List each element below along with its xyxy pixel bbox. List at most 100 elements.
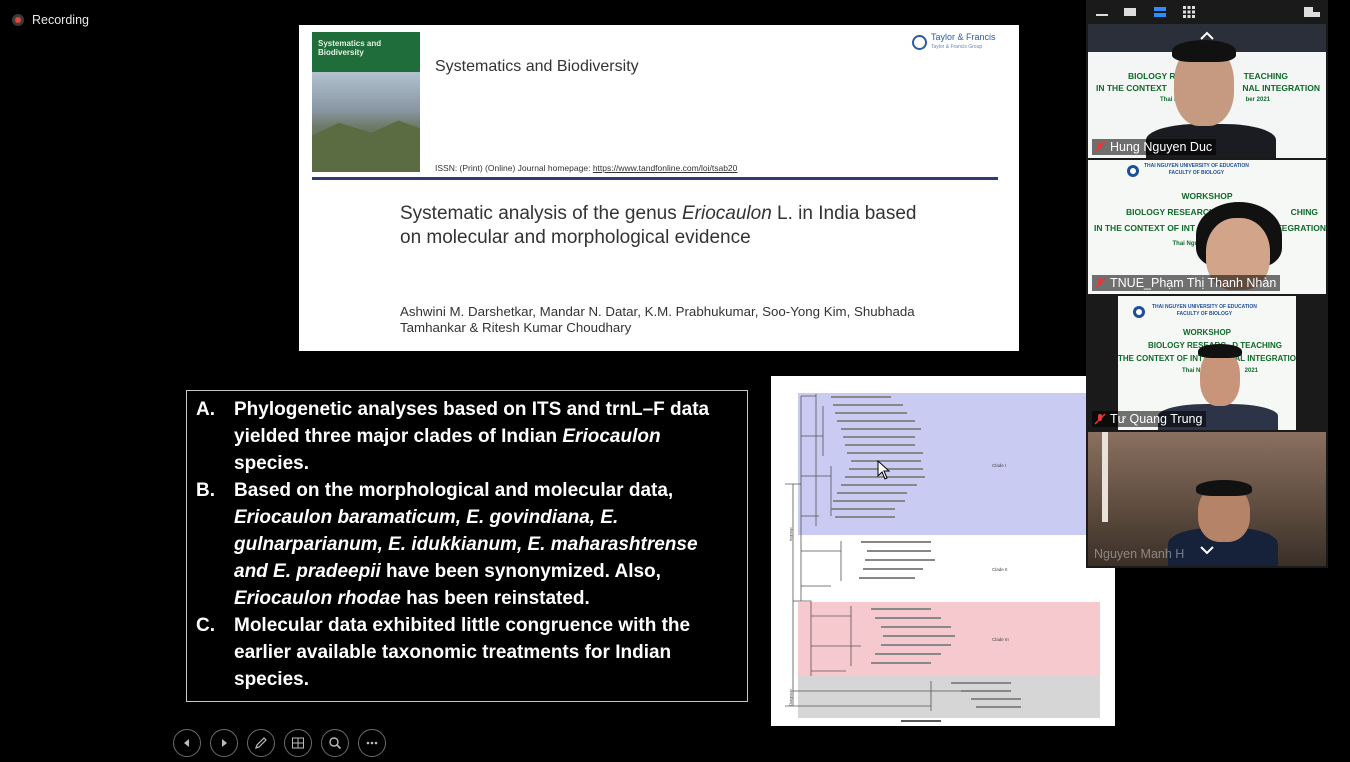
clade-1-band xyxy=(798,393,1100,535)
pen-icon xyxy=(255,737,267,749)
banner-text: 2021 xyxy=(1244,368,1258,374)
zoom-icon xyxy=(329,737,342,750)
next-slide-button[interactable] xyxy=(210,729,238,757)
participant-tile[interactable]: THAI NGUYEN UNIVERSITY OF EDUCATION FACU… xyxy=(1088,160,1326,294)
banner-text: TEACHING xyxy=(1243,71,1288,81)
article-title-genus: Eriocaulon xyxy=(681,203,772,224)
university-header: THAI NGUYEN UNIVERSITY OF EDUCATION FACU… xyxy=(1144,163,1249,177)
banner-text: WORKSHOP xyxy=(1181,191,1233,201)
scroll-down-icon[interactable] xyxy=(1198,544,1216,556)
banner-text: IN THE CONTEXT OF INT xyxy=(1094,223,1196,233)
journal-title: Systematics and Biodiversity xyxy=(435,58,639,75)
ingroup-label: Ingroup xyxy=(788,527,793,541)
issn-text: ISSN: (Print) (Online) Journal homepage: xyxy=(435,163,591,173)
muted-mic-icon xyxy=(1094,141,1106,153)
participant-name-label: TNUE_Phạm Thị Thanh Nhàn xyxy=(1092,275,1281,291)
previous-icon xyxy=(184,739,189,747)
recording-label: Recording xyxy=(32,13,89,27)
strip-view-icon[interactable] xyxy=(1152,4,1168,20)
finding-text: Phylogenetic analyses based on ITS and t… xyxy=(234,396,733,477)
participant-video-hair xyxy=(1172,40,1236,62)
issn-line: ISSN: (Print) (Online) Journal homepage:… xyxy=(435,163,737,173)
more-options-button[interactable] xyxy=(358,729,386,757)
cover-title: Systematics and Biodiversity xyxy=(318,39,382,57)
slide-navigation-bar xyxy=(173,729,386,757)
participant-video-hair xyxy=(1196,480,1252,496)
participant-tile[interactable]: Nguyen Manh H xyxy=(1088,432,1326,566)
publisher-subline: Taylor & Francis Group xyxy=(931,44,983,50)
header-divider xyxy=(312,177,998,180)
article-title: Systematic analysis of the genus Eriocau… xyxy=(400,202,940,250)
paper-header-card: Systematics and Biodiversity Systematics… xyxy=(299,25,1019,351)
finding-b-middle: have been synonymized. Also, xyxy=(380,561,661,582)
single-view-icon[interactable] xyxy=(1122,4,1138,20)
more-icon xyxy=(366,741,378,745)
participant-video-hair xyxy=(1198,344,1242,358)
banner-text: IN THE CONTEXT xyxy=(1096,83,1167,93)
faculty-name: FACULTY OF BIOLOGY xyxy=(1176,311,1233,317)
participant-video: THAI NGUYEN UNIVERSITY OF EDUCATION FACU… xyxy=(1118,296,1296,430)
muted-mic-icon xyxy=(1094,277,1106,289)
article-authors: Ashwini M. Darshetkar, Mandar N. Datar, … xyxy=(400,304,915,335)
finding-text: Based on the morphological and molecular… xyxy=(234,477,733,612)
pen-tool-button[interactable] xyxy=(247,729,275,757)
outgroup-band xyxy=(798,676,1100,718)
clade-3-label: Clade III xyxy=(992,637,1009,642)
tree-scale-bar xyxy=(901,720,941,722)
phylogenetic-tree-figure: Clade I Clade II Clade III Ingroup Outgr… xyxy=(771,376,1115,726)
finding-letter: B. xyxy=(196,480,215,501)
clade-3-band xyxy=(798,602,1100,676)
gallery-view-icon[interactable] xyxy=(1181,4,1197,20)
publisher-logo-icon xyxy=(912,34,927,50)
banner-text: THE CONTEXT OF INT xyxy=(1118,354,1203,363)
finding-a-genus: Eriocaulon xyxy=(562,426,661,447)
outgroup-label: Outgroup xyxy=(788,689,793,706)
phylogenetic-tree: Clade I Clade II Clade III Ingroup Outgr… xyxy=(785,393,1100,722)
participant-name-label: Tư Quang Trung xyxy=(1092,411,1207,427)
next-icon xyxy=(222,739,227,747)
publisher-logo: Taylor & Francis Taylor & Francis Group xyxy=(912,32,996,52)
video-window-frame xyxy=(1102,432,1108,522)
record-icon xyxy=(12,14,24,26)
banner-text: NAL INTEGRATION xyxy=(1242,83,1320,93)
finding-letter: A. xyxy=(196,399,215,420)
university-name: THAI NGUYEN UNIVERSITY OF EDUCATION xyxy=(1144,163,1249,169)
finding-a-end: species. xyxy=(234,453,309,474)
finding-c: C. Molecular data exhibited little congr… xyxy=(187,612,733,693)
all-slides-button[interactable] xyxy=(284,729,312,757)
participant-tile[interactable]: BIOLOGY R TEACHING IN THE CONTEXT NAL INTE… xyxy=(1088,24,1326,158)
scroll-up-icon[interactable] xyxy=(1198,30,1216,42)
clade-1-label: Clade I xyxy=(992,463,1006,468)
banner-text: WORKSHOP xyxy=(1183,328,1231,337)
finding-letter: C. xyxy=(196,615,215,636)
finding-b-reinstated: Eriocaulon rhodae xyxy=(234,588,401,609)
finding-b-end: has been reinstated. xyxy=(400,588,590,609)
participant-name: Nguyen Manh H xyxy=(1094,547,1185,561)
university-logo-icon xyxy=(1127,165,1139,177)
banner-text: CHING xyxy=(1290,207,1318,217)
finding-a: A. Phylogenetic analyses based on ITS an… xyxy=(187,396,733,477)
finding-c-text: Molecular data exhibited little congruen… xyxy=(234,615,691,690)
zoom-button[interactable] xyxy=(321,729,349,757)
banner-text: ber 2021 xyxy=(1245,97,1270,103)
university-header: THAI NGUYEN UNIVERSITY OF EDUCATION FACU… xyxy=(1152,304,1257,318)
article-title-part1: Systematic analysis of the genus xyxy=(400,203,682,224)
mouse-cursor-icon xyxy=(877,460,891,480)
participant-name: Hung Nguyen Duc xyxy=(1110,140,1213,154)
banner-text: BIOLOGY R xyxy=(1128,71,1176,81)
journal-homepage-link[interactable]: https://www.tandfonline.com/loi/tsab20 xyxy=(593,163,738,173)
participant-name: Tư Quang Trung xyxy=(1110,412,1203,426)
journal-cover: Systematics and Biodiversity xyxy=(312,32,420,172)
participants-panel: BIOLOGY R TEACHING IN THE CONTEXT NAL INTE… xyxy=(1086,0,1328,568)
muted-mic-icon xyxy=(1094,413,1106,425)
participant-name-label: Hung Nguyen Duc xyxy=(1092,139,1217,155)
recording-indicator[interactable]: Recording xyxy=(12,13,89,27)
publisher-name: Taylor & Francis xyxy=(931,32,996,42)
participant-tile[interactable]: THAI NGUYEN UNIVERSITY OF EDUCATION FACU… xyxy=(1088,296,1326,430)
slides-grid-icon xyxy=(292,737,304,749)
finding-b: B. Based on the morphological and molecu… xyxy=(187,477,733,612)
previous-slide-button[interactable] xyxy=(173,729,201,757)
exit-fullscreen-icon[interactable] xyxy=(1303,4,1321,20)
university-name: THAI NGUYEN UNIVERSITY OF EDUCATION xyxy=(1152,304,1257,310)
minimize-icon[interactable] xyxy=(1094,4,1110,20)
